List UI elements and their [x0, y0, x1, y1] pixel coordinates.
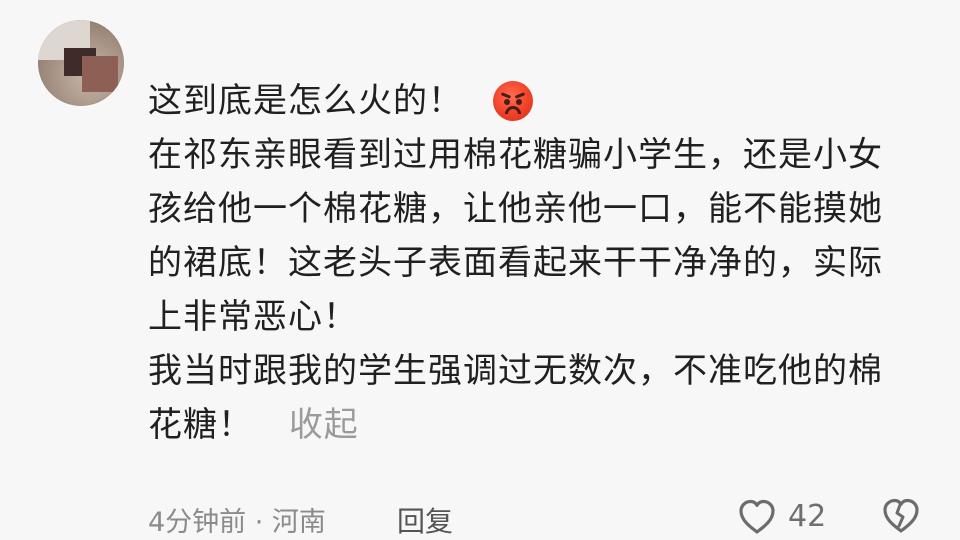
comment-line-text: 花糖！ — [148, 405, 253, 445]
broken-heart-outline-icon[interactable] — [880, 495, 922, 537]
heart-outline-icon[interactable] — [736, 497, 778, 537]
like-count: 42 — [788, 499, 827, 534]
comment-line-1: 这到底是怎么火的！ — [148, 74, 928, 128]
comment-text: 这到底是怎么火的！ 在祁东亲眼看到过用棉花糖骗小学生，还是小女 孩给他一个棉花糖… — [148, 74, 928, 452]
angry-face-icon — [493, 81, 533, 121]
dislike-button[interactable] — [880, 495, 922, 537]
comment-line-6: 我当时跟我的学生强调过无数次，不准吃他的棉 — [148, 351, 883, 391]
collapse-button[interactable]: 收起 — [289, 405, 359, 445]
reply-button[interactable]: 回复 — [397, 500, 453, 540]
comment-line-5: 上非常恶心！ — [148, 297, 358, 337]
comment-line-3: 孩给他一个棉花糖，让他亲他一口，能不能摸她 — [148, 189, 883, 229]
comment-line-4: 的裙底！这老头子表面看起来干干净净的，实际 — [148, 243, 883, 283]
avatar[interactable] — [38, 20, 124, 106]
comment-line-7: 花糖！ 收起 — [148, 398, 928, 452]
comment-line-2: 在祁东亲眼看到过用棉花糖骗小学生，还是小女 — [148, 135, 883, 175]
like-control[interactable]: 42 — [736, 497, 826, 537]
comment-meta: 4分钟前 · 河南 — [148, 507, 326, 538]
comment-line-text: 这到底是怎么火的！ — [148, 81, 463, 121]
avatar-pixel-block — [82, 56, 118, 92]
